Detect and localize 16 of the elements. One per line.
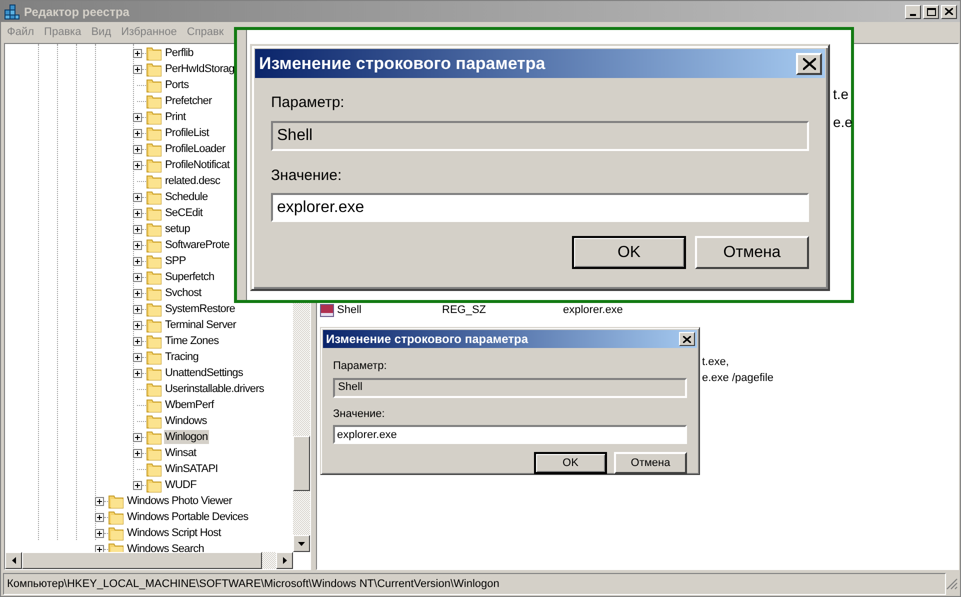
window-title: Редактор реестра: [24, 4, 130, 20]
value-label: Значение:: [333, 406, 386, 422]
value-type-cell-text: REG_SZ: [442, 302, 488, 318]
value-data-fragment: t.e: [833, 85, 849, 103]
parameter-name-field: Shell: [333, 378, 687, 398]
parameter-label: Параметр:: [271, 93, 346, 113]
dialog-title: Изменение строкового параметра: [259, 52, 546, 75]
value-data-fragment: e.exe /pagefile: [702, 370, 774, 386]
value-name-cell-text: Shell: [337, 302, 362, 318]
value-data-fragment: t.exe,: [702, 354, 729, 370]
dialog-title: Изменение строкового параметра: [326, 331, 528, 348]
value-data-cell-text: explorer.exe: [563, 302, 623, 318]
value-label: Значение:: [271, 166, 343, 186]
parameter-label: Параметр:: [333, 359, 388, 374]
status-text: Компьютер\HKEY_LOCAL_MACHINE\SOFTWARE\Microsoft\Windows NT\CurrentVersion\Winlogon: [7, 576, 500, 592]
parameter-name-field: Shell: [271, 120, 809, 150]
